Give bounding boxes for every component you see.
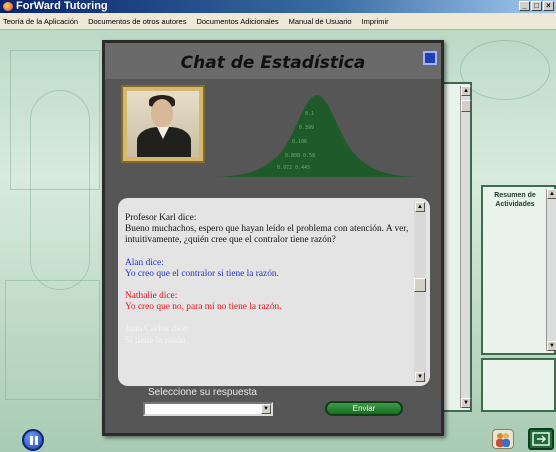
message-speaker: Profesor Karl dice: (125, 213, 197, 223)
scroll-up-button[interactable]: ▲ (461, 86, 471, 96)
svg-text:0.808 0.58: 0.808 0.58 (285, 153, 315, 159)
close-window-button[interactable]: × (543, 1, 554, 11)
content-panel: ▲ ▼ (440, 82, 472, 412)
summary-scrollbar[interactable]: ▲ ▼ (546, 189, 556, 351)
chat-message: Juan Carlos dice: Sí tiene la razón (125, 324, 409, 346)
scroll-down-button[interactable]: ▼ (461, 398, 471, 408)
menu-manual[interactable]: Manual de Usuario (289, 17, 352, 26)
message-speaker: Alan dice: (125, 257, 164, 268)
chat-title: Chat de Estadística (180, 53, 366, 73)
lower-panel (481, 358, 556, 412)
summary-title-line1: Resumen de (494, 192, 536, 199)
message-speaker: Juan Carlos dice: (125, 324, 190, 335)
window-title: ForWard Tutoring (16, 0, 108, 12)
bg-decoration (30, 90, 90, 290)
menu-teoria[interactable]: Teoría de la Aplicación (3, 17, 78, 26)
menu-documentos-otros[interactable]: Documentos de otros autores (88, 17, 186, 26)
message-text: Bueno muchachos, espero que hayan leído … (125, 224, 409, 246)
summary-title: Resumen de Actividades (485, 191, 545, 209)
chat-dialog: Chat de Estadística 0.1 0.399 0.106 0.80… (102, 40, 444, 436)
message-text: Sí tiene la razón (125, 335, 186, 346)
scroll-down-button[interactable]: ▼ (415, 372, 425, 382)
scroll-thumb[interactable] (461, 100, 471, 112)
maximize-button[interactable]: □ (531, 1, 542, 11)
menu-bar: Teoría de la Aplicación Documentos de ot… (0, 13, 556, 30)
chat-message: Profesor Karl dice: Bueno muchachos, esp… (125, 213, 409, 247)
app-icon (3, 2, 13, 11)
window-titlebar: ForWard Tutoring _ □ × (0, 0, 556, 13)
answer-prompt: Seleccione su respuesta (148, 387, 257, 398)
chat-message: Nathalie dice: Yo creo que no, para mí n… (125, 291, 409, 313)
svg-text:0.399: 0.399 (299, 125, 314, 131)
normal-distribution-graphic: 0.1 0.399 0.106 0.808 0.58 0.972 0.445 (207, 95, 427, 177)
svg-text:0.972 0.445: 0.972 0.445 (277, 165, 310, 171)
message-text: Yo creo que el contralor si tiene la raz… (125, 268, 279, 279)
people-icon[interactable] (492, 429, 514, 449)
chat-header: Chat de Estadística (105, 43, 441, 79)
professor-portrait (121, 85, 205, 163)
menu-imprimir[interactable]: Imprimir (362, 17, 389, 26)
scroll-up-button[interactable]: ▲ (415, 202, 425, 212)
svg-text:0.106: 0.106 (292, 139, 307, 145)
exit-icon[interactable] (528, 428, 554, 450)
summary-panel: Resumen de Actividades ▲ ▼ (481, 185, 556, 355)
window-controls: _ □ × (519, 1, 554, 11)
bg-decoration (460, 40, 550, 100)
menu-documentos-adicionales[interactable]: Documentos Adicionales (196, 17, 278, 26)
close-icon[interactable] (423, 51, 437, 65)
scroll-up-button[interactable]: ▲ (547, 189, 556, 199)
minimize-button[interactable]: _ (519, 1, 530, 11)
chat-message: Alan dice: Yo creo que el contralor si t… (125, 258, 409, 280)
scroll-thumb[interactable] (414, 278, 426, 292)
content-scrollbar[interactable]: ▲ ▼ (460, 86, 471, 408)
send-button[interactable]: Enviar (325, 401, 403, 416)
answer-select[interactable]: ▼ (143, 402, 273, 416)
chat-scrollbar[interactable]: ▲ ▼ (414, 202, 426, 382)
svg-text:0.1: 0.1 (305, 111, 314, 117)
scroll-down-button[interactable]: ▼ (547, 341, 556, 351)
bg-decoration (5, 280, 100, 400)
message-speaker: Nathalie dice: (125, 291, 178, 302)
message-text: Yo creo que no, para mí no tiene la razó… (125, 302, 282, 313)
chat-log: Profesor Karl dice: Bueno muchachos, esp… (118, 198, 430, 386)
dropdown-arrow-icon[interactable]: ▼ (261, 404, 271, 414)
summary-title-line2: Actividades (495, 201, 535, 208)
pause-icon[interactable] (22, 429, 44, 451)
